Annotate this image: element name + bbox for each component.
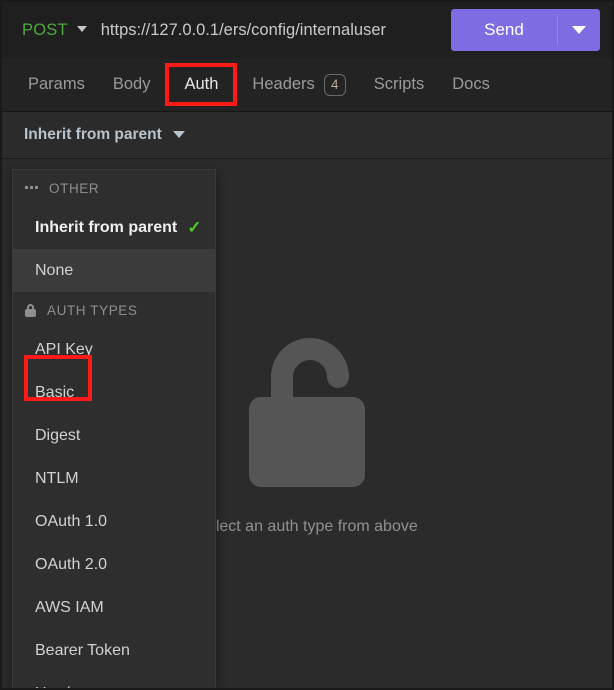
dropdown-item-hawk[interactable]: Hawk xyxy=(13,672,215,689)
request-editor-window: POST https://127.0.0.1/ers/config/intern… xyxy=(0,0,614,690)
item-label: OAuth 1.0 xyxy=(35,512,108,530)
tab-label: Auth xyxy=(184,75,219,93)
http-method-selector[interactable]: POST xyxy=(22,21,87,40)
dropdown-item-bearer-token[interactable]: Bearer Token xyxy=(13,629,215,672)
item-label: Inherit from parent xyxy=(35,218,178,236)
item-label: Bearer Token xyxy=(35,641,130,659)
url-bar: POST https://127.0.0.1/ers/config/intern… xyxy=(2,2,612,58)
auth-type-dropdown-menu: OTHER Inherit from parent ✓ None AUTH TY… xyxy=(12,169,216,688)
auth-type-selector[interactable]: Inherit from parent xyxy=(2,112,612,159)
dropdown-group-auth-types-header: AUTH TYPES xyxy=(13,292,215,328)
chevron-down-icon xyxy=(572,26,586,34)
tab-auth[interactable]: Auth xyxy=(165,63,238,106)
send-button[interactable]: Send xyxy=(451,9,557,51)
empty-state-text: Select an auth type from above xyxy=(196,518,418,535)
tab-body[interactable]: Body xyxy=(99,69,165,100)
dropdown-item-api-key[interactable]: API Key xyxy=(13,328,215,371)
chevron-down-icon xyxy=(76,26,87,32)
url-input[interactable]: https://127.0.0.1/ers/config/internaluse… xyxy=(101,21,451,40)
group-title: OTHER xyxy=(49,180,100,196)
item-label: NTLM xyxy=(35,469,79,487)
group-title: AUTH TYPES xyxy=(47,302,138,318)
item-label: Digest xyxy=(35,426,81,444)
open-padlock-icon xyxy=(232,335,382,500)
dropdown-item-oauth-2[interactable]: OAuth 2.0 xyxy=(13,543,215,586)
dropdown-item-none[interactable]: None xyxy=(13,249,215,292)
headers-count-badge: 4 xyxy=(323,73,346,96)
http-method-label: POST xyxy=(22,20,68,39)
tab-headers[interactable]: Headers 4 xyxy=(238,68,359,102)
dropdown-item-ntlm[interactable]: NTLM xyxy=(13,457,215,500)
tab-scripts[interactable]: Scripts xyxy=(360,69,438,100)
dropdown-item-digest[interactable]: Digest xyxy=(13,414,215,457)
tab-docs[interactable]: Docs xyxy=(438,69,504,100)
lock-icon xyxy=(25,303,36,317)
item-label: API Key xyxy=(35,340,93,358)
auth-type-value: Inherit from parent xyxy=(24,126,162,143)
dropdown-group-other-header: OTHER xyxy=(13,170,215,206)
item-label: OAuth 2.0 xyxy=(35,555,108,573)
tab-label: Body xyxy=(112,75,151,93)
item-label: AWS IAM xyxy=(35,598,104,616)
tab-label: Headers xyxy=(252,75,315,93)
tab-params[interactable]: Params xyxy=(14,69,99,100)
dropdown-item-inherit-from-parent[interactable]: Inherit from parent ✓ xyxy=(13,206,215,249)
send-options-button[interactable] xyxy=(558,9,600,51)
tab-label: Scripts xyxy=(373,75,425,93)
item-label: None xyxy=(35,261,74,279)
item-label: Hawk xyxy=(35,685,75,689)
dropdown-item-oauth-1[interactable]: OAuth 1.0 xyxy=(13,500,215,543)
chevron-down-icon xyxy=(172,130,185,138)
check-icon: ✓ xyxy=(187,218,202,237)
send-button-group: Send xyxy=(451,9,600,51)
request-tabs: Params Body Auth Headers 4 Scripts Docs xyxy=(2,58,612,112)
tab-label: Params xyxy=(28,75,85,93)
item-label: Basic xyxy=(35,383,75,401)
ellipsis-icon xyxy=(25,185,38,189)
dropdown-item-basic[interactable]: Basic xyxy=(13,371,215,414)
tab-label: Docs xyxy=(452,75,490,93)
dropdown-item-aws-iam[interactable]: AWS IAM xyxy=(13,586,215,629)
